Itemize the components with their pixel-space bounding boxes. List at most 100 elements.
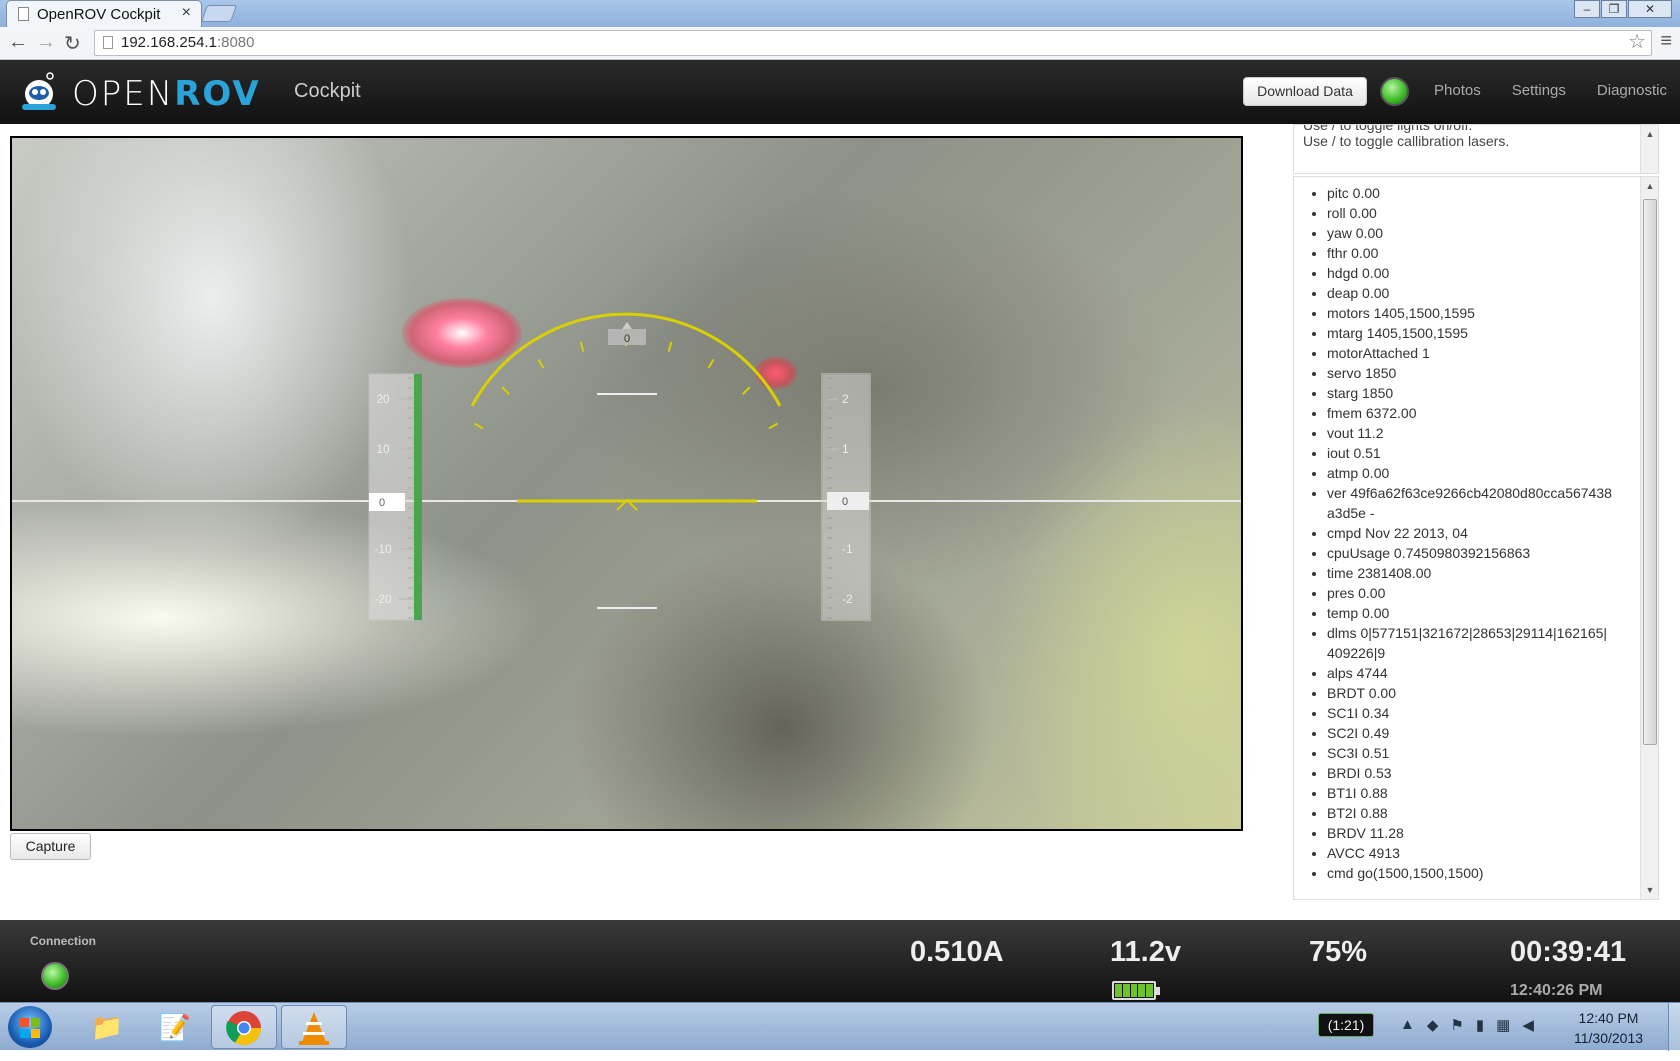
help-lasers: Use / to toggle callibration lasers. <box>1303 133 1510 149</box>
nav-diagnostic-link[interactable]: Diagnostic <box>1597 82 1667 99</box>
scroll-up-icon[interactable]: ▲ <box>1641 129 1658 139</box>
power-icon[interactable]: ▮ <box>1476 1016 1484 1034</box>
telemetry-item: dlms 0|577151|321672|28653|29114|162165|… <box>1327 623 1612 663</box>
forward-icon[interactable]: → <box>36 31 56 54</box>
telemetry-item: cmpd Nov 22 2013, 04 <box>1327 523 1612 543</box>
page-icon <box>18 7 29 21</box>
connection-led-icon <box>41 962 69 990</box>
system-tray: (1:21) ▲ ◆ ⚑ ▮ ▦ ◀ 12:40 PM 11/30/2013 <box>1314 1003 1680 1051</box>
heading-tick <box>537 358 545 369</box>
depth-tape-bar <box>414 374 422 620</box>
telemetry-list: pitc 0.00roll 0.00yaw 0.00fthr 0.00hdgd … <box>1294 177 1612 883</box>
status-led-icon <box>1380 77 1409 106</box>
app-subtitle: Cockpit <box>294 80 361 102</box>
url-input[interactable]: 192.168.254.1:8080 <box>94 30 1652 56</box>
depth-scale-label: -10 <box>374 542 392 556</box>
browser-tab[interactable]: OpenROV Cockpit × <box>6 0 202 27</box>
address-bar: ← → ↻ 192.168.254.1:8080 ☆ ≡ <box>0 27 1680 60</box>
telemetry-item: motors 1405,1500,1595 <box>1327 303 1612 323</box>
nav-settings-link[interactable]: Settings <box>1512 82 1566 99</box>
voltage-readout: 11.2v <box>1110 936 1181 968</box>
brand-open: OPEN <box>72 74 175 114</box>
minimize-button[interactable]: – <box>1574 0 1600 18</box>
back-icon[interactable]: ← <box>8 31 28 54</box>
telemetry-item: starg 1850 <box>1327 383 1612 403</box>
telemetry-item: vout 11.2 <box>1327 423 1612 443</box>
telemetry-item: temp 0.00 <box>1327 603 1612 623</box>
restore-button[interactable]: ❐ <box>1601 0 1627 18</box>
heading-value: 0 <box>624 333 630 345</box>
taskbar-time: 12:40 PM <box>1578 1010 1639 1026</box>
download-data-button[interactable]: Download Data <box>1243 77 1367 106</box>
telemetry-item: ver 49f6a62f63ce9266cb42080d80cca567438a… <box>1327 483 1612 523</box>
telemetry-panel: pitc 0.00roll 0.00yaw 0.00fthr 0.00hdgd … <box>1293 176 1659 900</box>
telemetry-scrollbar[interactable]: ▲ ▼ <box>1640 177 1658 899</box>
chrome-taskbar-icon[interactable] <box>211 1005 277 1049</box>
scroll-thumb[interactable] <box>1643 199 1657 745</box>
hud-overlay: 0 20 10 -10 -20 0 2 1 -1 -2 0 <box>12 312 1241 621</box>
heading-tick <box>768 422 779 430</box>
depth-box <box>369 493 405 511</box>
windows-taskbar: 📁 📝 (1:21) ▲ ◆ ⚑ ▮ ▦ ◀ 12:40 PM 11/30/20… <box>0 1002 1680 1051</box>
notepad-taskbar-icon[interactable]: 📝 <box>142 1005 208 1049</box>
page-icon <box>103 36 113 49</box>
taskbar-clock[interactable]: 12:40 PM 11/30/2013 <box>1574 1008 1643 1048</box>
elapsed-time: 00:39:41 <box>1510 936 1627 968</box>
telemetry-item: SC1I 0.34 <box>1327 703 1612 723</box>
network-icon[interactable]: ▦ <box>1496 1016 1510 1034</box>
pitch-scale-label: -2 <box>842 592 853 606</box>
show-hidden-icon[interactable]: ▲ <box>1400 1016 1415 1034</box>
dropbox-icon[interactable]: ◆ <box>1427 1016 1439 1034</box>
telemetry-item: servo 1850 <box>1327 363 1612 383</box>
heading-tick <box>501 386 511 396</box>
scroll-up-icon[interactable]: ▲ <box>1641 181 1658 191</box>
capture-button[interactable]: Capture <box>10 833 91 860</box>
depth-scale-label: 10 <box>376 442 390 456</box>
bookmark-star-icon[interactable]: ☆ <box>1628 29 1646 54</box>
close-window-button[interactable]: ✕ <box>1628 0 1672 18</box>
reload-icon[interactable]: ↻ <box>64 31 81 56</box>
pitch-value: 0 <box>842 496 848 508</box>
tab-close-icon[interactable]: × <box>182 4 191 22</box>
telemetry-item: cpuUsage 0.7450980392156863 <box>1327 543 1612 563</box>
app-navbar: OPENROV Cockpit Download Data Photos Set… <box>0 60 1680 124</box>
url-port: :8080 <box>216 34 255 51</box>
connection-label: Connection <box>30 934 96 948</box>
throttle-readout: 75% <box>1309 936 1368 968</box>
telemetry-item: BRDV 11.28 <box>1327 823 1612 843</box>
start-button[interactable] <box>8 1006 52 1048</box>
depth-scale-label: 20 <box>376 392 390 406</box>
heading-tick <box>667 341 673 352</box>
heading-pointer <box>622 322 632 329</box>
telemetry-item: BT1I 0.88 <box>1327 783 1612 803</box>
telemetry-item: hdgd 0.00 <box>1327 263 1612 283</box>
telemetry-item: yaw 0.00 <box>1327 223 1612 243</box>
camera-video-feed: 0 20 10 -10 -20 0 2 1 -1 -2 0 <box>10 136 1243 831</box>
telemetry-item: SC2I 0.49 <box>1327 723 1612 743</box>
pitch-scale-label: -1 <box>842 542 853 556</box>
browser-menu-icon[interactable]: ≡ <box>1660 30 1672 53</box>
vlc-taskbar-icon[interactable] <box>281 1005 347 1049</box>
telemetry-item: motorAttached 1 <box>1327 343 1612 363</box>
nav-photos-link[interactable]: Photos <box>1434 82 1481 99</box>
help-scrollbar[interactable]: ▲ <box>1640 125 1658 173</box>
telemetry-item: AVCC 4913 <box>1327 843 1612 863</box>
telemetry-item: deap 0.00 <box>1327 283 1612 303</box>
explorer-taskbar-icon[interactable]: 📁 <box>74 1005 140 1049</box>
openrov-mascot-logo <box>22 72 56 110</box>
flag-icon[interactable]: ⚑ <box>1450 1016 1463 1034</box>
heading-tick <box>473 422 484 430</box>
pitch-scale-label: 1 <box>842 442 849 456</box>
show-desktop-button[interactable] <box>1668 1003 1680 1051</box>
help-lights: Use / to toggle lights on/off. <box>1303 124 1473 133</box>
current-readout: 0.510A <box>910 936 1004 968</box>
telemetry-item: pres 0.00 <box>1327 583 1612 603</box>
telemetry-item: atmp 0.00 <box>1327 463 1612 483</box>
battery-indicator[interactable]: (1:21) <box>1318 1013 1374 1037</box>
scroll-down-icon[interactable]: ▼ <box>1641 885 1658 895</box>
telemetry-item: BRDI 0.53 <box>1327 763 1612 783</box>
new-tab-button[interactable] <box>200 5 238 22</box>
telemetry-item: pitc 0.00 <box>1327 183 1612 203</box>
volume-icon[interactable]: ◀ <box>1522 1016 1534 1034</box>
heading-tick <box>741 386 751 396</box>
